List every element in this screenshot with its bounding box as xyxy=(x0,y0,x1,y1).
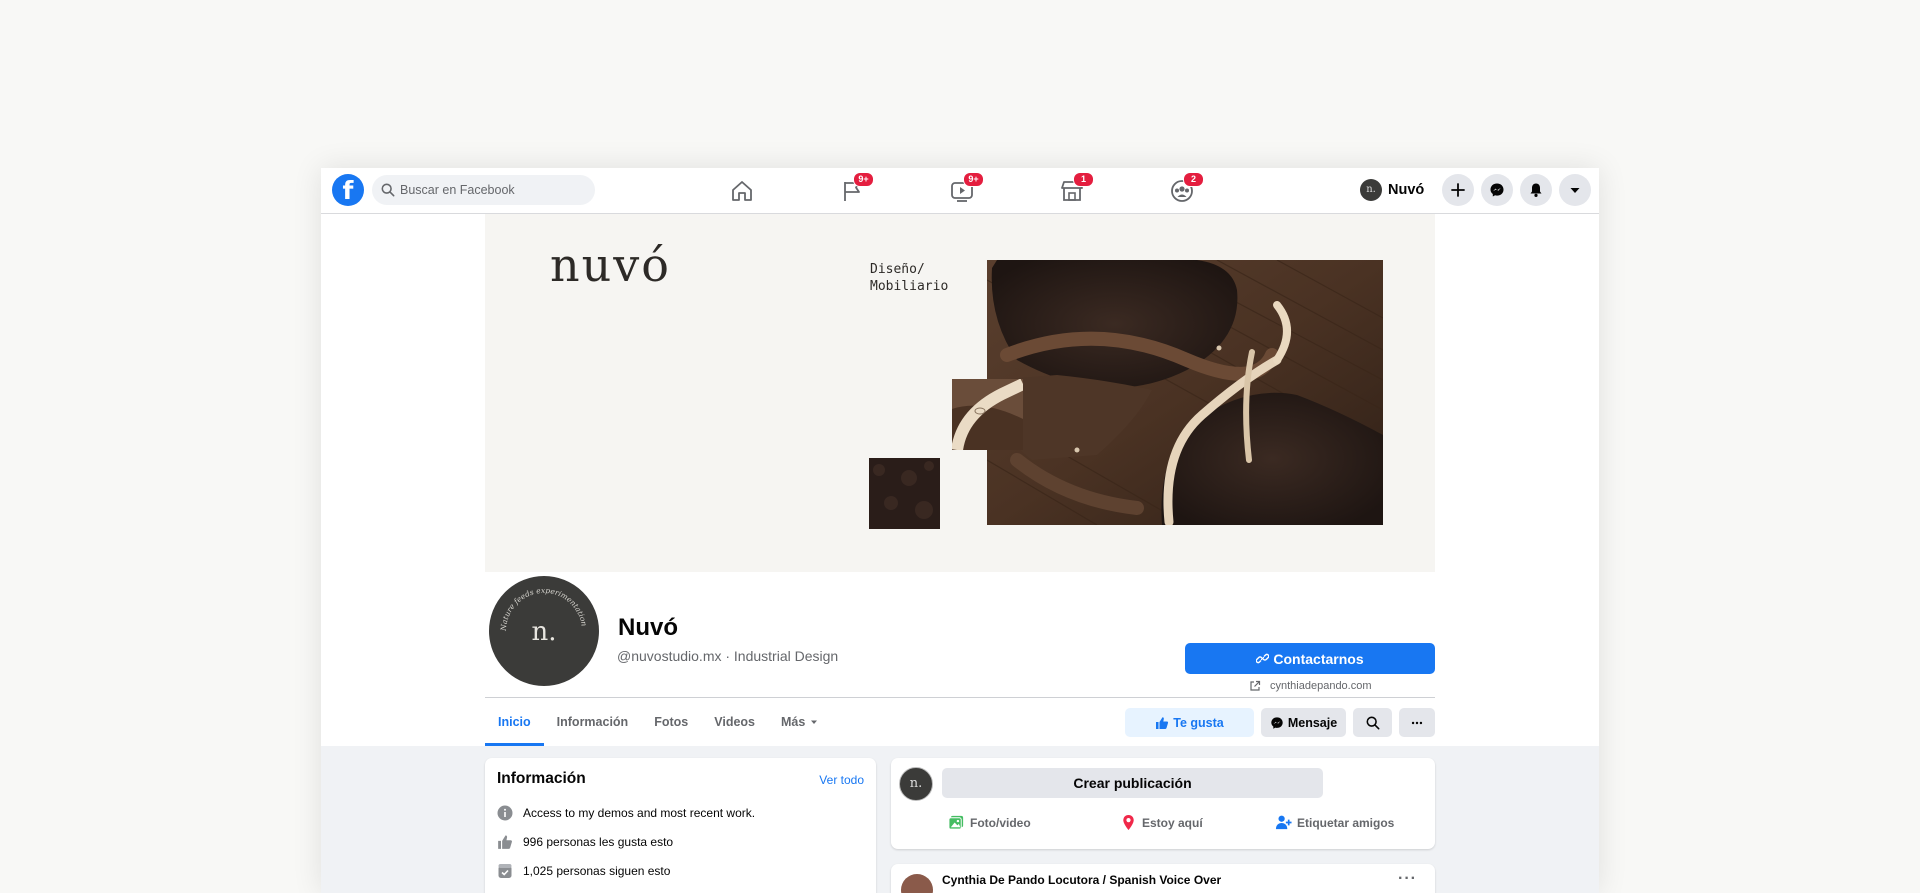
tab-informacion[interactable]: Información xyxy=(544,698,642,746)
messenger-button[interactable] xyxy=(1481,174,1513,206)
browser-window: f 9+ 9+ 1 2 n. Nuvó xyxy=(321,168,1599,893)
search-input[interactable] xyxy=(400,175,585,205)
facebook-logo-icon[interactable]: f xyxy=(332,174,364,206)
messenger-icon xyxy=(1490,183,1504,197)
search-icon xyxy=(381,183,395,197)
plus-icon xyxy=(1451,183,1465,197)
page-title: Nuvó xyxy=(618,614,678,641)
info-row-text: 996 personas les gusta esto xyxy=(523,835,674,849)
search-box[interactable] xyxy=(372,175,595,205)
tag-friends-icon xyxy=(1275,815,1292,830)
notification-badge: 1 xyxy=(1073,172,1094,187)
thumbs-up-icon xyxy=(1156,716,1169,729)
create-button[interactable] xyxy=(1442,174,1474,206)
notification-badge: 2 xyxy=(1183,172,1204,187)
info-row: Access to my demos and most recent work. xyxy=(497,805,755,821)
feed-area: Información Ver todo Access to my demos … xyxy=(321,746,1599,893)
website-link[interactable]: cynthiadepando.com xyxy=(1249,680,1372,692)
message-button[interactable]: Mensaje xyxy=(1261,708,1346,737)
see-all-link[interactable]: Ver todo xyxy=(819,773,864,787)
info-row: 1,025 personas siguen esto xyxy=(497,863,670,879)
more-icon xyxy=(1411,721,1423,724)
follow-icon xyxy=(498,864,512,878)
check-in-label: Estoy aquí xyxy=(1142,815,1203,830)
tab-mas[interactable]: Más xyxy=(768,698,831,746)
tab-inicio[interactable]: Inicio xyxy=(485,698,544,746)
tab-fotos[interactable]: Fotos xyxy=(641,698,701,746)
messenger-icon xyxy=(1271,716,1283,729)
top-navigation-bar: f 9+ 9+ 1 2 n. Nuvó xyxy=(321,168,1599,214)
tag-friends-label: Etiquetar amigos xyxy=(1297,815,1395,830)
cover-tagline-line2: Mobiliario xyxy=(870,279,949,294)
cover-logo: nuvó xyxy=(550,238,671,292)
contact-button[interactable]: Contactarnos xyxy=(1185,643,1435,674)
info-card: Información Ver todo Access to my demos … xyxy=(485,758,876,893)
message-button-label: Mensaje xyxy=(1287,715,1338,730)
tab-videos[interactable]: Videos xyxy=(701,698,768,746)
groups-nav-button[interactable]: 2 xyxy=(1169,172,1204,204)
website-url: cynthiadepando.com xyxy=(1270,680,1372,692)
chair-detail-photo xyxy=(952,379,1023,450)
profile-logo-mark: n. xyxy=(531,617,556,647)
like-page-button[interactable]: Te gusta xyxy=(1125,708,1254,737)
more-options-button[interactable] xyxy=(1399,708,1435,737)
profile-logo: Nature feeds experimentation n. xyxy=(499,586,589,647)
photo-icon xyxy=(948,815,964,830)
check-in-button[interactable]: Estoy aquí xyxy=(1120,814,1203,831)
info-card-title: Información xyxy=(497,770,586,787)
cover-photo[interactable]: nuvó Diseño/ Mobiliario xyxy=(485,214,1435,572)
avatar[interactable] xyxy=(901,874,933,893)
photo-video-label: Foto/video xyxy=(970,815,1031,830)
post-card: Cynthia De Pando Locutora / Spanish Voic… xyxy=(891,864,1435,893)
marketplace-nav-button[interactable]: 1 xyxy=(1059,172,1094,204)
search-page-button[interactable] xyxy=(1353,708,1392,737)
notification-badge: 9+ xyxy=(963,172,984,187)
page-tabs: Inicio Información Fotos Videos Más xyxy=(485,698,831,746)
page-handle: @nuvostudio.mx · Industrial Design xyxy=(617,648,839,664)
chair-photo xyxy=(987,260,1383,525)
cover-tagline: Diseño/ Mobiliario xyxy=(870,261,948,295)
profile-chip[interactable]: n. Nuvó xyxy=(1360,178,1424,202)
thumbs-up-icon xyxy=(498,835,512,849)
home-nav-button[interactable] xyxy=(729,178,755,204)
contact-button-label: Contactarnos xyxy=(1273,650,1364,667)
fabric-swatch-photo xyxy=(869,458,940,529)
avatar: n. xyxy=(899,767,933,801)
post-author-name[interactable]: Cynthia De Pando Locutora / Spanish Voic… xyxy=(942,873,1221,887)
watch-nav-button[interactable]: 9+ xyxy=(949,172,984,204)
photo-video-button[interactable]: Foto/video xyxy=(948,814,1031,831)
caret-down-icon xyxy=(1570,188,1580,193)
notification-badge: 9+ xyxy=(853,172,874,187)
pages-nav-button[interactable]: 9+ xyxy=(839,172,874,204)
link-icon xyxy=(1256,653,1270,664)
create-post-card: n. Crear publicación Foto/video Estoy aq… xyxy=(891,758,1435,849)
create-post-button[interactable]: Crear publicación xyxy=(942,768,1323,798)
external-link-icon xyxy=(1250,680,1261,691)
search-icon xyxy=(1366,716,1379,729)
notifications-button[interactable] xyxy=(1520,174,1552,206)
profile-name: Nuvó xyxy=(1388,182,1425,198)
info-row-text: Access to my demos and most recent work. xyxy=(523,806,756,820)
cover-tagline-line1: Diseño/ xyxy=(870,262,925,277)
info-row-text: 1,025 personas siguen esto xyxy=(523,864,671,878)
home-icon xyxy=(732,181,752,201)
bell-icon xyxy=(1530,183,1542,197)
location-pin-icon xyxy=(1123,814,1134,831)
tag-friends-button[interactable]: Etiquetar amigos xyxy=(1275,814,1394,831)
profile-picture[interactable]: Nature feeds experimentation n. xyxy=(487,574,601,688)
avatar: n. xyxy=(1360,179,1382,201)
chevron-down-icon xyxy=(811,720,818,724)
like-button-label: Te gusta xyxy=(1173,715,1224,730)
tab-mas-label: Más xyxy=(781,715,806,729)
post-more-options[interactable]: ··· xyxy=(1398,870,1417,888)
account-menu-button[interactable] xyxy=(1559,174,1591,206)
info-row: 996 personas les gusta esto xyxy=(497,834,673,850)
info-icon xyxy=(497,805,513,821)
